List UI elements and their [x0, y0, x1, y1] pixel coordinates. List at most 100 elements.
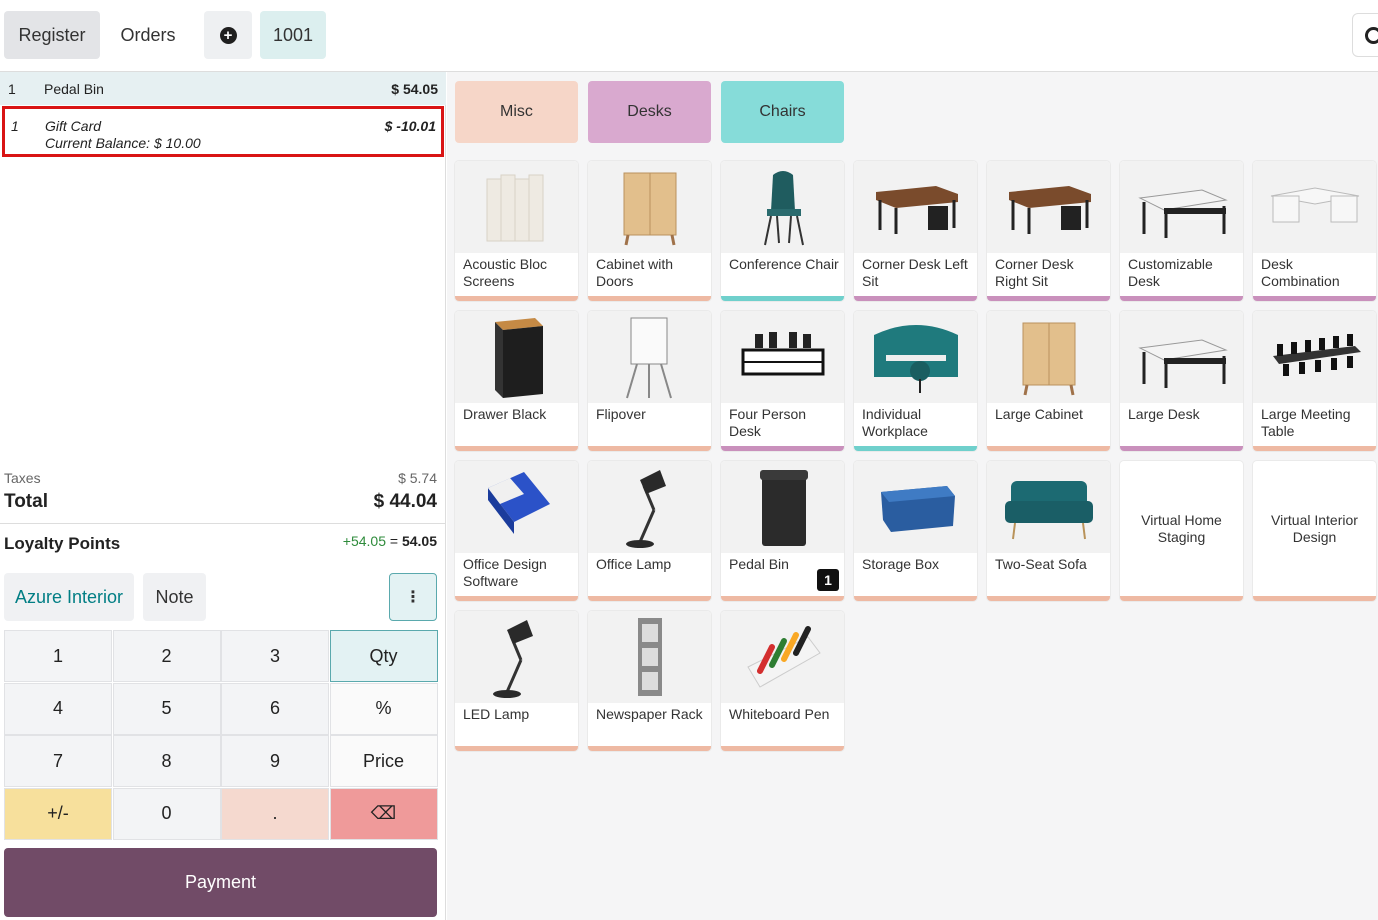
line-note: Current Balance: $ 10.00	[45, 135, 201, 151]
product-card[interactable]: Drawer Black	[455, 311, 578, 451]
search-button[interactable]	[1352, 13, 1378, 57]
numpad: 1 2 3 Qty 4 5 6% 7 8 9 Price +/- 0. ⌫	[4, 630, 438, 841]
line-product-name: Gift Card	[45, 118, 102, 134]
quantity-badge: 1	[817, 569, 839, 591]
product-card[interactable]: Virtual Interior Design	[1253, 461, 1376, 601]
category-color-bar	[455, 446, 578, 451]
orders-button[interactable]: Orders	[108, 11, 188, 59]
backspace-button[interactable]: ⌫	[329, 787, 438, 840]
product-name: Virtual Interior Design	[1271, 511, 1358, 545]
product-name: Cabinet with Doors	[596, 256, 674, 289]
storage-box-icon	[854, 461, 977, 553]
category-chairs[interactable]: Chairs	[721, 81, 844, 143]
product-card[interactable]: Conference Chair	[721, 161, 844, 301]
product-card[interactable]: Corner Desk Right Sit	[987, 161, 1110, 301]
desk-icon	[1120, 311, 1243, 403]
loyalty-equals: =	[385, 533, 402, 549]
product-card[interactable]: Virtual Home Staging	[1120, 461, 1243, 601]
category-color-bar	[721, 296, 844, 301]
more-actions-button[interactable]: ⋮	[389, 573, 437, 621]
product-card[interactable]: Acoustic Bloc Screens	[455, 161, 578, 301]
key-9[interactable]: 9	[221, 735, 329, 787]
product-card[interactable]: Large Desk	[1120, 311, 1243, 451]
corner-desk-icon	[854, 161, 977, 253]
category-misc[interactable]: Misc	[455, 81, 578, 143]
desk-combo-icon	[1253, 161, 1376, 253]
product-card[interactable]: Customizable Desk	[1120, 161, 1243, 301]
key-5[interactable]: 5	[112, 682, 221, 735]
key-4[interactable]: 4	[4, 682, 112, 735]
discount-mode-button[interactable]: %	[329, 682, 438, 735]
key-8[interactable]: 8	[112, 735, 221, 787]
desk-icon	[1120, 161, 1243, 253]
category-color-bar	[1253, 296, 1376, 301]
product-card[interactable]: Storage Box	[854, 461, 977, 601]
product-name: Virtual Home Staging	[1141, 511, 1222, 545]
drawer-icon	[455, 311, 578, 403]
product-card[interactable]: Large Meeting Table	[1253, 311, 1376, 451]
bin-icon	[721, 461, 844, 553]
total-value: $ 44.04	[373, 491, 437, 512]
category-color-bar	[721, 596, 844, 601]
product-name: Large Cabinet	[995, 406, 1083, 422]
category-color-bar	[721, 446, 844, 451]
product-card[interactable]: Large Cabinet	[987, 311, 1110, 451]
product-name: Flipover	[596, 406, 646, 422]
new-order-button[interactable]: +	[204, 11, 252, 59]
product-card[interactable]: LED Lamp	[455, 611, 578, 751]
screen-icon	[455, 161, 578, 253]
category-color-bar	[854, 296, 977, 301]
product-card[interactable]: Four Person Desk	[721, 311, 844, 451]
product-name: Customizable Desk	[1128, 256, 1213, 289]
product-card[interactable]: Pedal Bin 1	[721, 461, 844, 601]
key-2[interactable]: 2	[112, 630, 221, 682]
order-line-selected[interactable]: 1 Gift Card Current Balance: $ 10.00 $ -…	[2, 106, 444, 157]
plus-minus-button[interactable]: +/-	[4, 787, 112, 840]
customer-button[interactable]: Azure Interior	[4, 573, 134, 621]
product-card[interactable]: Corner Desk Left Sit	[854, 161, 977, 301]
chair-icon	[721, 161, 844, 253]
note-button[interactable]: Note	[143, 573, 206, 621]
loyalty-label: Loyalty Points	[4, 534, 121, 553]
product-name: Corner Desk Left Sit	[862, 256, 968, 289]
product-name: Newspaper Rack	[596, 706, 703, 722]
product-card[interactable]: Cabinet with Doors	[588, 161, 711, 301]
flipover-icon	[588, 311, 711, 403]
product-name: Drawer Black	[463, 406, 547, 422]
divider	[0, 523, 446, 524]
category-color-bar	[455, 596, 578, 601]
product-card[interactable]: Two-Seat Sofa	[987, 461, 1110, 601]
product-card[interactable]: Individual Workplace	[854, 311, 977, 451]
product-name: Office Design Software	[463, 556, 547, 589]
payment-button[interactable]: Payment	[4, 848, 437, 917]
product-card[interactable]: Flipover	[588, 311, 711, 451]
category-desks[interactable]: Desks	[588, 81, 711, 143]
product-name: Desk Combination	[1261, 256, 1340, 289]
price-mode-button[interactable]: Price	[329, 735, 438, 787]
product-name: Conference Chair	[729, 256, 839, 272]
line-qty: 1	[11, 118, 19, 134]
key-0[interactable]: 0	[112, 787, 221, 840]
key-3[interactable]: 3	[221, 630, 329, 682]
category-color-bar	[1253, 446, 1376, 451]
product-card[interactable]: Newspaper Rack	[588, 611, 711, 751]
order-tab[interactable]: 1001	[260, 11, 326, 59]
product-card[interactable]: Whiteboard Pen	[721, 611, 844, 751]
qty-mode-button[interactable]: Qty	[329, 630, 438, 682]
pens-icon	[721, 611, 844, 703]
decimal-button[interactable]: .	[221, 787, 329, 840]
order-line[interactable]: 1 Pedal Bin $ 54.05	[0, 72, 446, 105]
product-card[interactable]: Office Lamp	[588, 461, 711, 601]
top-bar: Register Orders + 1001	[0, 0, 1378, 72]
product-name: Acoustic Bloc Screens	[463, 256, 548, 289]
key-7[interactable]: 7	[4, 735, 112, 787]
loyalty-gain: +54.05	[342, 533, 386, 549]
taxes-label: Taxes	[4, 470, 41, 486]
product-card[interactable]: Office Design Software	[455, 461, 578, 601]
register-button[interactable]: Register	[4, 11, 100, 59]
product-name: Whiteboard Pen	[729, 706, 830, 722]
key-6[interactable]: 6	[221, 682, 329, 735]
product-card[interactable]: Desk Combination	[1253, 161, 1376, 301]
key-1[interactable]: 1	[4, 630, 112, 682]
order-panel: 1 Pedal Bin $ 54.05 1 Gift Card Current …	[0, 72, 446, 920]
